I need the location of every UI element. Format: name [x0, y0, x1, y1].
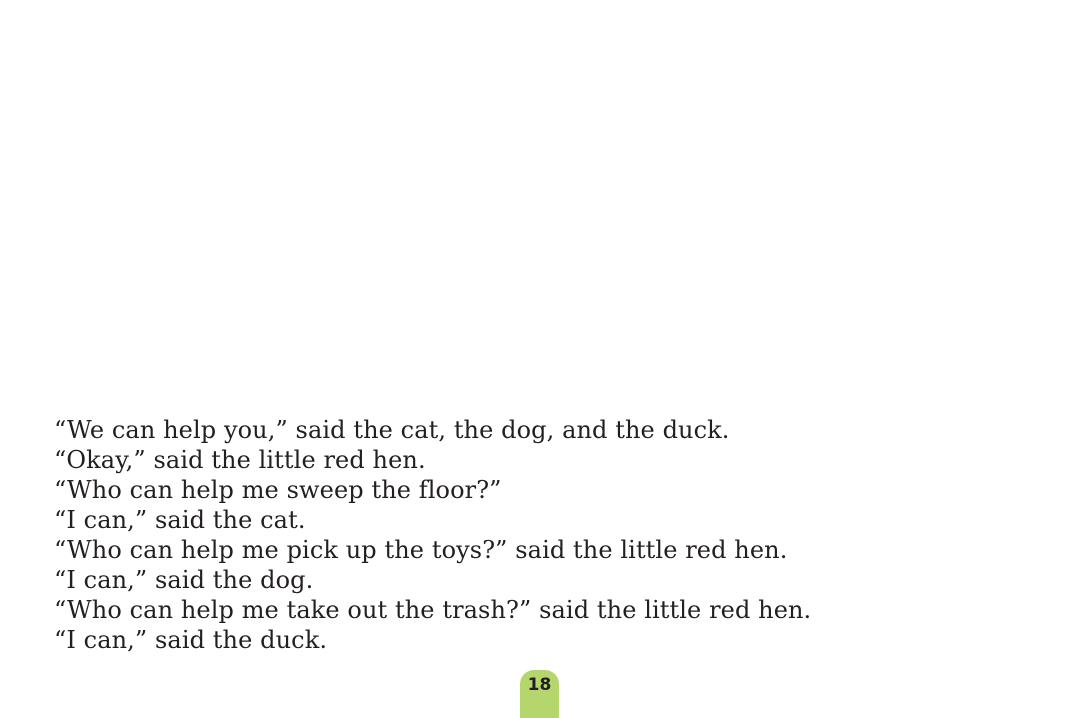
page-number-tab: 18: [520, 670, 559, 718]
story-line: “Who can help me take out the trash?” sa…: [54, 596, 812, 624]
page-number: 18: [527, 675, 552, 695]
story-text: “We can help you,” said the cat, the dog…: [54, 415, 1054, 655]
book-page: “We can help you,” said the cat, the dog…: [0, 0, 1090, 718]
story-line: “We can help you,” said the cat, the dog…: [54, 416, 730, 444]
story-line: “Okay,” said the little red hen.: [54, 446, 426, 474]
story-line: “I can,” said the duck.: [54, 626, 328, 654]
story-line: “I can,” said the cat.: [54, 506, 306, 534]
story-line: “Who can help me pick up the toys?” said…: [54, 536, 788, 564]
story-line: “I can,” said the dog.: [54, 566, 314, 594]
story-line: “Who can help me sweep the floor?”: [54, 476, 502, 504]
